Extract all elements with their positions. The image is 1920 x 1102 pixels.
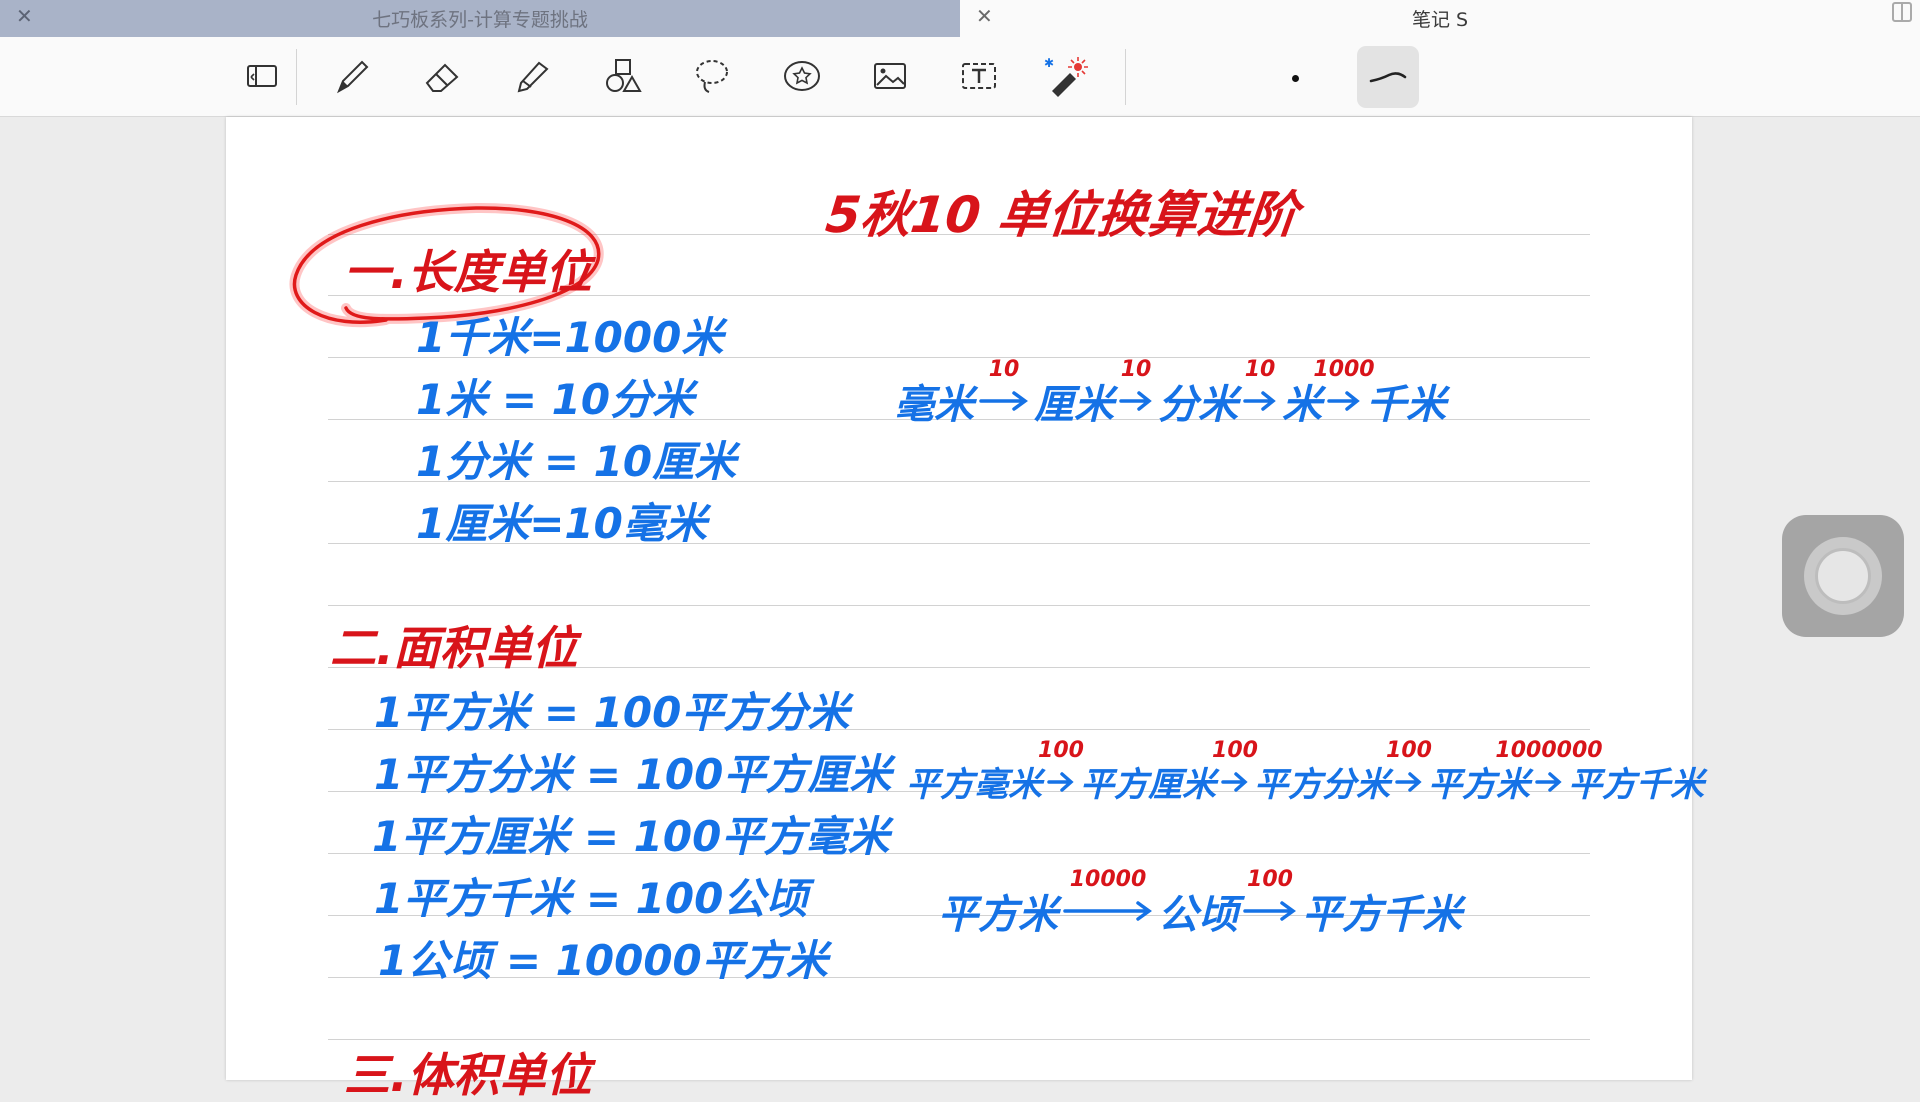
close-tab-icon[interactable]: ✕ [16,4,33,28]
chain-arrow: 10 [1242,357,1278,413]
chain-node: 平方分米 [1254,765,1390,805]
pen-tool[interactable] [325,49,379,103]
tab-document[interactable]: ✕ 七巧板系列-计算专题挑战 [0,0,960,37]
chain-node: 平方厘米 [1080,765,1216,805]
tab-title: 七巧板系列-计算专题挑战 [372,9,588,31]
chain-rate: 10000 [1069,867,1147,892]
image-icon [874,63,906,89]
chain-arrow: 10 [1118,357,1154,413]
dot-icon [1291,74,1299,82]
note-page[interactable]: 5秋10 单位换算进阶 一.长度单位 1千米=1000米 1米 = 10分米 1… [226,117,1704,1098]
chain-node: 平方千米 [1568,765,1704,805]
assistive-touch-ring [1804,537,1882,615]
stroke-style-button[interactable] [1357,46,1419,108]
chain-arrow: 100 [1386,738,1432,794]
pen-icon [337,60,369,94]
chain-node: 平方米 [938,892,1058,938]
section-heading-area: 二.面积单位 [330,621,578,675]
chain-rate: 10 [1244,357,1276,382]
chain-rate: 100 [1038,737,1084,763]
chain-arrow: 1000 [1313,357,1375,413]
chain-arrow: 100 [1242,867,1298,923]
chain-rate: 10 [988,357,1020,382]
chain-arrow: 100 [1038,738,1084,794]
note-title: 5秋10 单位换算进阶 [822,186,1301,244]
toolbar-divider [296,49,297,105]
chain-node: 千米 [1366,382,1446,428]
chain-node: 厘米 [1034,382,1114,428]
stroke-size-option[interactable] [1288,71,1302,85]
area-line: 1平方千米 = 100公顷 [374,874,808,923]
text-box-icon [962,63,996,89]
close-tab-icon[interactable]: ✕ [976,4,993,28]
chain-node: 分米 [1158,382,1238,428]
text-box-tool[interactable] [952,49,1006,103]
sticker-icon [784,61,820,91]
split-view-icon[interactable] [1892,2,1912,22]
section-heading-volume: 三.体积单位 [344,1048,592,1102]
highlighter-icon [517,61,549,93]
toolbar-divider [1125,49,1126,105]
tab-notes[interactable]: ✕ 笔记 S [960,0,1920,37]
chain-arrow: 10 [978,357,1030,413]
area-line: 1平方分米 = 100平方厘米 [374,750,892,799]
image-tool[interactable] [863,49,917,103]
chain-arrow: 100 [1212,738,1258,794]
chain-node: 公顷 [1158,892,1238,938]
chain-rate: 1000 [1313,357,1375,382]
tab-bar: ✕ 七巧板系列-计算专题挑战 ✕ 笔记 S [0,0,1920,37]
area-conversion-chain: 平方毫米 100 平方厘米 100 平方分米 100 平方米 1000000 平… [906,738,1704,806]
area-line: 1公顷 = 10000平方米 [378,936,828,985]
chain-rate: 10 [1120,357,1152,382]
chain-rate: 1000000 [1495,737,1603,763]
length-line: 1米 = 10分米 [416,375,695,424]
area-conversion-chain-large: 平方米 10000 公顷 100 平方千米 [938,867,1462,940]
eraser-tool[interactable] [415,49,469,103]
chain-node: 平方毫米 [906,765,1042,805]
highlighter-tool[interactable] [505,49,559,103]
assistive-touch-button[interactable] [1782,515,1904,637]
chain-rate: 100 [1386,737,1432,763]
length-conversion-chain: 毫米 10 厘米 10 分米 10 米 1000 千米 [894,357,1446,430]
chain-node: 平方米 [1428,765,1530,805]
sidebar-toggle-button[interactable] [235,49,289,103]
laser-pointer-tool[interactable]: ✱ [1038,49,1092,103]
shapes-tool[interactable] [595,49,649,103]
eraser-icon [425,63,459,92]
sticker-tool[interactable] [775,49,829,103]
section-heading-length: 一.长度单位 [344,245,592,299]
chain-rate: 100 [1247,867,1293,892]
area-line: 1平方米 = 100平方分米 [374,688,850,737]
shapes-icon [606,59,642,92]
area-line: 1平方厘米 = 100平方毫米 [372,812,890,861]
stroke-curve-icon [1369,72,1407,83]
ruled-line [328,1039,1590,1040]
sidebar-toggle-icon [247,65,277,87]
chain-arrow: 1000000 [1495,738,1603,794]
chain-node: 毫米 [894,382,974,428]
assistive-touch-icon [1815,548,1871,604]
toolbar: ✱ [0,37,1920,117]
svg-text:✱: ✱ [1044,56,1054,70]
lasso-icon [696,60,728,93]
chain-rate: 100 [1212,737,1258,763]
lasso-tool[interactable] [685,49,739,103]
length-line: 1厘米=10毫米 [416,499,707,548]
length-line: 1分米 = 10厘米 [416,437,737,486]
ruled-line [328,605,1590,606]
chain-arrow: 10000 [1062,867,1154,923]
tab-title: 笔记 S [1411,9,1469,31]
chain-node: 平方千米 [1302,892,1462,938]
length-line: 1千米=1000米 [416,313,724,362]
laser-pointer-icon: ✱ [1044,56,1088,97]
